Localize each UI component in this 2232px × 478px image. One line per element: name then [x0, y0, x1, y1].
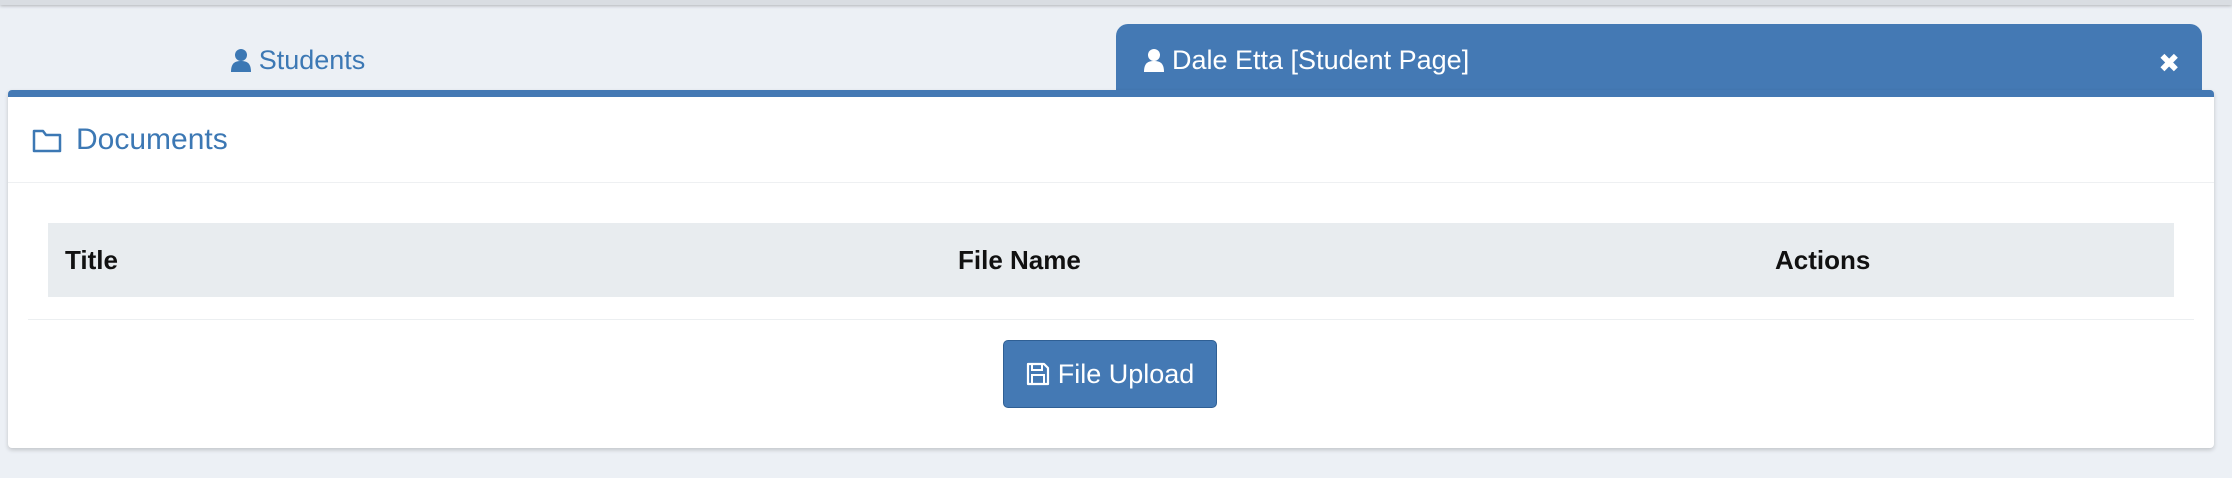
tab-students[interactable]: Students	[8, 24, 588, 96]
top-bar	[0, 0, 2232, 5]
floppy-disk-icon	[1026, 362, 1050, 386]
column-header-actions: Actions	[1775, 244, 1871, 275]
documents-panel: Documents Title File Name Actions File U…	[8, 90, 2214, 448]
file-upload-button[interactable]: File Upload	[1003, 340, 1217, 408]
user-icon	[230, 48, 251, 72]
close-tab-button[interactable]: ✖	[2158, 48, 2180, 79]
column-header-file-name: File Name	[958, 244, 1081, 275]
file-upload-label: File Upload	[1057, 358, 1195, 389]
user-icon	[1144, 48, 1164, 72]
tab-student-page[interactable]: Dale Etta [Student Page] ✖	[1116, 24, 2202, 96]
documents-table-header: Title File Name Actions	[48, 223, 2174, 297]
folder-icon	[32, 127, 62, 153]
divider	[28, 319, 2194, 320]
column-header-title: Title	[65, 244, 118, 275]
tab-label: Students	[258, 44, 366, 75]
panel-header: Documents	[8, 97, 2214, 183]
panel-title: Documents	[76, 122, 228, 156]
tab-label: Dale Etta [Student Page]	[1172, 44, 1470, 75]
